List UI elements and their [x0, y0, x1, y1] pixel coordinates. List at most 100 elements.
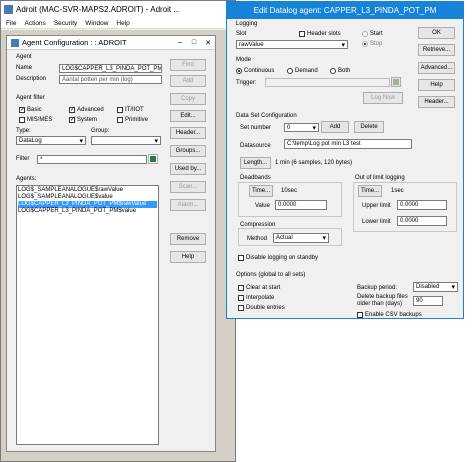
- demand-radio[interactable]: [287, 68, 293, 74]
- datalog-header-button[interactable]: Header...: [418, 96, 455, 108]
- oolimit-time-value: 1sec: [391, 188, 404, 194]
- menu-security[interactable]: Security: [54, 20, 77, 27]
- agent-section-label: Agent: [16, 54, 32, 60]
- agent-config-title: Agent Configuration : : ADROIT: [22, 38, 127, 47]
- continuous-radio[interactable]: [236, 68, 242, 74]
- menu-actions[interactable]: Actions: [24, 20, 45, 27]
- alarm-button[interactable]: Alarm...: [170, 199, 206, 211]
- menu-file[interactable]: File: [6, 20, 16, 27]
- description-field[interactable]: Aantal potten per min (log): [59, 75, 162, 84]
- trigger-field[interactable]: [265, 78, 390, 87]
- header-button[interactable]: Header...: [170, 127, 206, 139]
- set-number-select[interactable]: 0: [284, 123, 319, 132]
- options-label: Options (global to all sets): [236, 272, 306, 278]
- remove-button[interactable]: Remove: [170, 233, 206, 245]
- main-title-bar: Adroit (MAC-SVR-MAPS2.ADROIT) - Adroit .…: [1, 1, 235, 18]
- find-button[interactable]: Find: [170, 59, 206, 71]
- deadband-time-button[interactable]: Time...: [249, 185, 273, 197]
- oolimit-time-button[interactable]: Time...: [358, 185, 382, 197]
- search-icon: [150, 156, 156, 162]
- upper-limit-field[interactable]: 0.0000: [397, 200, 447, 210]
- delete-backup-field[interactable]: 90: [413, 296, 443, 306]
- slot-select[interactable]: rawValue: [236, 40, 348, 49]
- used-by-button[interactable]: Used by...: [170, 163, 206, 175]
- log-now-button[interactable]: Log Now: [363, 92, 403, 104]
- demand-label: Demand: [295, 68, 318, 74]
- advanced-checkbox[interactable]: ✓: [69, 107, 75, 113]
- stop-radio[interactable]: [362, 41, 368, 47]
- delete-backup-label: Delete backup files older than (days): [357, 294, 408, 307]
- start-radio[interactable]: [362, 31, 368, 37]
- method-label: Method: [247, 236, 268, 242]
- advanced-label: Advanced: [77, 107, 104, 113]
- maximize-icon[interactable]: □: [187, 37, 201, 48]
- deadband-time-value: 10sec: [281, 188, 298, 194]
- interpolate-label: Interpolate: [246, 295, 275, 301]
- datalog-help-button[interactable]: Help: [418, 79, 455, 91]
- lower-limit-label: Lower limit: [362, 219, 391, 225]
- group-label: Group:: [91, 128, 110, 134]
- list-item[interactable]: LOG$_SAMPLEANALOGUE$rawValue: [18, 187, 157, 194]
- primitive-checkbox[interactable]: [117, 117, 123, 123]
- clear-at-start-checkbox[interactable]: [238, 285, 244, 291]
- trigger-browse-button[interactable]: [391, 77, 401, 87]
- agent-filter-label: Agent filter: [16, 95, 45, 101]
- agents-list[interactable]: LOG$_SAMPLEANALOGUE$rawValue LOG$_SAMPLE…: [16, 185, 159, 445]
- add-button[interactable]: Add: [170, 75, 206, 87]
- datasource-label: Datasource: [240, 143, 271, 149]
- help-button[interactable]: Help: [170, 251, 206, 263]
- scan-button[interactable]: Scan...: [170, 181, 206, 193]
- advanced-button[interactable]: Advanced...: [418, 62, 455, 74]
- mode-label: Mode: [236, 57, 252, 63]
- list-item[interactable]: LOG$CAPPER_L3_PINDA_POT_PM$rawValue: [18, 201, 157, 208]
- edit-button[interactable]: Edit...: [170, 110, 206, 122]
- ok-button[interactable]: OK: [418, 27, 455, 39]
- datasource-field[interactable]: C:\temp\Log pot min L3 test: [284, 139, 412, 149]
- backup-period-select[interactable]: Disabled: [413, 282, 458, 292]
- double-entries-label: Double entries: [246, 305, 285, 311]
- mis-mes-checkbox[interactable]: [19, 117, 25, 123]
- filter-field[interactable]: *: [37, 155, 147, 164]
- lower-limit-field[interactable]: 0.0000: [397, 216, 447, 226]
- close-icon[interactable]: ✕: [201, 37, 215, 48]
- primitive-label: Primitive: [125, 117, 149, 123]
- agent-config-title-bar: Agent Configuration : : ADROIT – □ ✕: [7, 36, 215, 50]
- copy-button[interactable]: Copy: [170, 93, 206, 105]
- it-iiot-checkbox[interactable]: [117, 107, 123, 113]
- name-field[interactable]: LOG$CAPPER_L3_PINDA_POT_PM$RAV: [59, 64, 162, 73]
- enable-csv-label: Enable CSV backups: [365, 312, 422, 318]
- agent-config-icon: [11, 38, 19, 47]
- search-icon: [393, 79, 399, 85]
- menu-window[interactable]: Window: [85, 20, 108, 27]
- minimize-icon[interactable]: –: [173, 37, 187, 48]
- set-number-label: Set number: [240, 125, 272, 131]
- add-set-button[interactable]: Add: [321, 121, 349, 133]
- filter-label: Filter: [16, 156, 30, 162]
- list-item[interactable]: LOG$_SAMPLEANALOGUE$value: [18, 194, 157, 201]
- main-window-title: Adroit (MAC-SVR-MAPS2.ADROIT) - Adroit .…: [16, 5, 181, 14]
- double-entries-checkbox[interactable]: [238, 305, 244, 311]
- delete-set-button[interactable]: Delete: [354, 121, 384, 133]
- method-select[interactable]: Actual: [273, 233, 329, 243]
- disable-standby-checkbox[interactable]: [238, 255, 244, 261]
- header-slots-checkbox[interactable]: [299, 31, 305, 37]
- logging-label: Logging: [236, 21, 258, 27]
- type-label: Type:: [16, 128, 31, 134]
- type-select[interactable]: DataLog: [16, 136, 86, 145]
- filter-search-button[interactable]: [148, 154, 158, 164]
- length-button[interactable]: Length...: [240, 157, 271, 169]
- list-item[interactable]: LOG$CAPPER_L3_PINDA_POT_PM$value: [18, 208, 157, 215]
- interpolate-checkbox[interactable]: [238, 295, 244, 301]
- both-radio[interactable]: [330, 68, 336, 74]
- system-checkbox[interactable]: ✓: [69, 117, 75, 123]
- group-select[interactable]: [91, 136, 161, 145]
- basic-checkbox[interactable]: ✓: [19, 107, 25, 113]
- datalog-title-bar: Edit Datalog agent: CAPPER_L3_PINDA_POT_…: [227, 2, 463, 19]
- groups-button[interactable]: Groups...: [170, 145, 206, 157]
- datalog-title: Edit Datalog agent: CAPPER_L3_PINDA_POT_…: [253, 6, 437, 15]
- menu-bar: File Actions Security Window Help: [1, 18, 235, 29]
- enable-csv-checkbox[interactable]: [357, 312, 363, 318]
- retrieve-button[interactable]: Retrieve...: [418, 44, 455, 56]
- menu-help[interactable]: Help: [116, 20, 129, 27]
- value-field[interactable]: 0.0000: [275, 200, 327, 210]
